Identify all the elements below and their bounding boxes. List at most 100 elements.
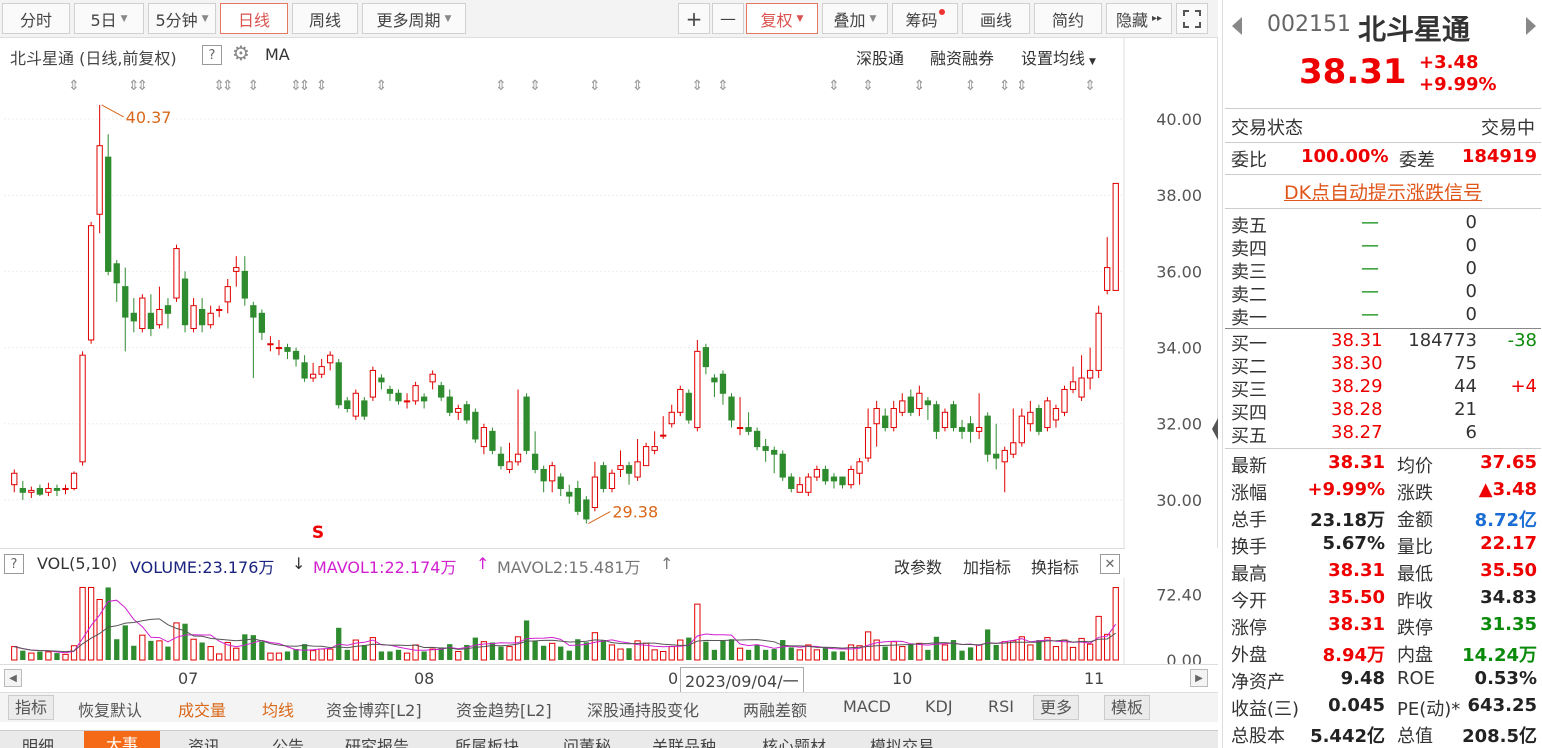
fund-game-tab[interactable]: 资金博弈[L2] [326, 697, 422, 721]
volume-header: ? VOL(5,10) VOLUME:23.176万 ↓ MAVOL1:22.1… [0, 548, 1125, 578]
indicator-tabs: 指标 恢复默认 成交量 均线 资金博弈[L2] 资金趋势[L2] 深股通持股变化… [0, 692, 1218, 722]
zoom-out-button[interactable]: — [712, 3, 744, 34]
hide-label: 隐藏 [1115, 10, 1148, 30]
dk-signal-link[interactable]: DK点自动提示涨跌信号 [1284, 182, 1482, 204]
stat-row: 涨幅 +9.99% 涨跌 ▲3.48 [1223, 479, 1542, 506]
event-marker-icon: ⇕ [965, 78, 977, 94]
kdj-tab[interactable]: KDJ [925, 697, 953, 716]
candle [813, 465, 821, 481]
candle [181, 271, 189, 333]
period-5min[interactable]: 5分钟 ▼ [148, 3, 216, 34]
fullscreen-icon[interactable] [1176, 3, 1208, 34]
tab-sim-trade[interactable]: 模拟交易 [870, 733, 934, 748]
tab-detail[interactable]: 明细 [22, 733, 54, 748]
tab-announcements[interactable]: 公告 [272, 733, 304, 748]
candle [745, 412, 752, 436]
volume-bar [703, 641, 709, 660]
indicator-tab-label[interactable]: 指标 [8, 695, 55, 720]
ask-row[interactable]: 卖五 —0 [1223, 212, 1542, 237]
volume-bar [523, 620, 530, 660]
next-stock-icon[interactable] [1525, 16, 1537, 36]
volume-bar [284, 651, 291, 660]
volume-bar [1027, 644, 1034, 661]
bid-row[interactable]: 买三 38.29 44 +4 [1223, 376, 1542, 401]
event-marker-icon: ⇕ [913, 78, 925, 94]
tab-ask-secretary[interactable]: 问董秘 [563, 733, 611, 748]
fund-trend-tab[interactable]: 资金趋势[L2] [456, 697, 552, 721]
margin-diff-tab[interactable]: 两融差额 [743, 697, 807, 721]
volume-bar [831, 651, 837, 660]
annotation-label: 29.38 [612, 503, 658, 522]
volume-tab[interactable]: 成交量 [178, 697, 226, 721]
chips-button[interactable]: 筹码 [892, 3, 958, 34]
template-tab[interactable]: 模板 [1104, 695, 1151, 720]
candle [216, 305, 223, 318]
draw-button[interactable]: 画线 [962, 3, 1030, 34]
stat-label: 收益(三) [1231, 699, 1300, 720]
candle [79, 351, 86, 466]
stat-value: 14.24万 [1462, 645, 1537, 666]
tab-news[interactable]: 资讯 [188, 733, 220, 748]
ask-row[interactable]: 卖四 —0 [1223, 235, 1542, 260]
kline-plot[interactable]: ⇕ ⇕⇕ ⇕⇕ ⇕ ⇕⇕ ⇕ ⇕ ⇕ ⇕ ⇕ ⇕ ⇕ ⇕ ⇕ ⇕ ⇕ ⇕ ⇕ ⇕ ⇕ 40.0038.0036.003… [0, 38, 1218, 548]
edit-params-link[interactable]: 改参数 [894, 554, 942, 578]
volume-bar [1001, 641, 1008, 661]
scroll-right-icon[interactable]: ▶ [1190, 669, 1208, 687]
volume-bar [122, 625, 128, 660]
candle [233, 256, 240, 287]
sh-connect-holdings-tab[interactable]: 深股通持股变化 [587, 697, 699, 721]
hide-button[interactable]: 隐藏 ▸▸ [1106, 3, 1172, 34]
weicha-value: 184919 [1461, 146, 1537, 167]
volume-plot[interactable]: 72.40 0.00 [0, 578, 1218, 664]
period-intraday[interactable]: 分时 [2, 3, 70, 34]
volume-bar [207, 646, 214, 661]
dk-signal-banner[interactable]: DK点自动提示涨跌信号 [1223, 178, 1542, 206]
panel-collapse-icon[interactable] [1210, 414, 1220, 444]
help-icon[interactable]: ? [4, 554, 24, 574]
tab-events[interactable]: 大事 [84, 731, 161, 748]
volume-value: VOLUME:23.176万 [130, 558, 275, 577]
stat-label: 总手 [1231, 510, 1267, 531]
add-indicator-link[interactable]: 加指标 [963, 554, 1011, 578]
prev-stock-icon[interactable] [1231, 16, 1243, 36]
scroll-left-icon[interactable]: ◀ [4, 669, 22, 687]
stat-value: 0.045 [1328, 695, 1385, 716]
signal-marker[interactable]: S [312, 523, 324, 543]
tab-sectors[interactable]: 所属板块 [455, 733, 519, 748]
ask-row[interactable]: 卖三 —0 [1223, 258, 1542, 283]
event-marker-icon: ⇕ [632, 78, 644, 94]
candle [856, 458, 863, 485]
more-tab[interactable]: 更多 [1033, 695, 1080, 720]
overlay-button[interactable]: 叠加 ▼ [822, 3, 888, 34]
ask-row[interactable]: 卖一 — 0 [1223, 304, 1542, 329]
tab-themes[interactable]: 核心题材 [762, 733, 826, 748]
last-price: 38.31 [1299, 52, 1407, 92]
period-5day[interactable]: 5日 ▼ [74, 3, 144, 34]
simple-button[interactable]: 简约 [1034, 3, 1102, 34]
close-icon[interactable]: ✕ [1100, 554, 1120, 574]
bid-row[interactable]: 买五 38.27 6 [1223, 422, 1542, 447]
switch-indicator-link[interactable]: 换指标 [1031, 554, 1079, 578]
volume-bar [182, 623, 188, 660]
period-daily[interactable]: 日线 [220, 3, 288, 34]
zoom-in-button[interactable]: + [678, 3, 710, 34]
tab-related[interactable]: 关联品种 [652, 733, 716, 748]
tab-research[interactable]: 研究报告 [345, 733, 409, 748]
bid-row[interactable]: 买二 38.30 75 [1223, 353, 1542, 378]
candle [557, 473, 564, 497]
candle [241, 256, 248, 306]
period-more[interactable]: 更多周期 ▼ [362, 3, 466, 34]
rsi-tab[interactable]: RSI [988, 697, 1014, 716]
candle [318, 358, 325, 379]
ma-tab[interactable]: 均线 [262, 697, 294, 721]
restore-default-tab[interactable]: 恢复默认 [78, 697, 142, 721]
bid-row[interactable]: 买一 38.31 184773 -38 [1223, 330, 1542, 355]
adjust-button[interactable]: 复权 ▼ [746, 3, 818, 34]
candles [11, 104, 1119, 524]
period-weekly[interactable]: 周线 [292, 3, 358, 34]
bid-row[interactable]: 买四 38.28 21 [1223, 399, 1542, 424]
macd-tab[interactable]: MACD [843, 697, 891, 716]
ask-row[interactable]: 卖二 —0 [1223, 281, 1542, 306]
mavol1-value: MAVOL1:22.174万 [313, 558, 457, 577]
candle [275, 339, 283, 356]
